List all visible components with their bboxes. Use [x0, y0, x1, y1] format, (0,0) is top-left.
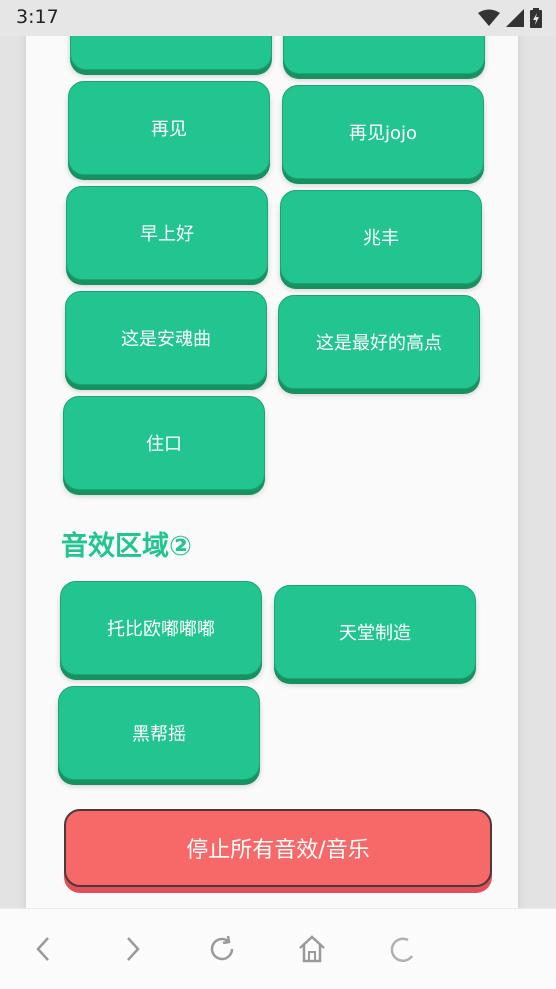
- battery-icon: [530, 8, 542, 28]
- back-icon: [36, 937, 49, 961]
- forward-icon: [127, 937, 140, 961]
- browser-nav-bar: [0, 908, 556, 989]
- sound-button[interactable]: [283, 36, 485, 74]
- sound-button-tobio[interactable]: 托比欧嘟嘟嘟: [60, 581, 262, 675]
- loading-icon: [390, 937, 414, 963]
- sound-button-zaijian-jojo[interactable]: 再见jojo: [282, 85, 484, 179]
- signal-icon: [506, 9, 524, 27]
- main-content[interactable]: 再见 再见jojo 早上好 兆丰 这是安魂曲 这是最好的高点 住口 音效区域② …: [26, 36, 518, 908]
- stop-all-button[interactable]: 停止所有音效/音乐: [64, 809, 492, 887]
- sound-button[interactable]: [70, 36, 272, 70]
- back-button[interactable]: [22, 927, 66, 971]
- status-bar: 3:17: [0, 0, 556, 36]
- section-title: 音效区域②: [61, 531, 192, 562]
- sound-button-gangster[interactable]: 黑帮摇: [58, 686, 260, 780]
- sound-button-zaijian[interactable]: 再见: [68, 81, 270, 175]
- status-icons: [478, 8, 542, 28]
- wifi-icon: [478, 9, 500, 26]
- reload-icon: [210, 935, 234, 961]
- home-icon: [299, 935, 325, 963]
- forward-button[interactable]: [110, 927, 154, 971]
- status-time: 3:17: [16, 6, 59, 28]
- sound-button-zhukou[interactable]: 住口: [63, 396, 265, 490]
- sound-button-heaven[interactable]: 天堂制造: [274, 585, 476, 679]
- reload-button[interactable]: [200, 927, 244, 971]
- sound-button-zaoshanghao[interactable]: 早上好: [66, 186, 268, 280]
- loading-indicator: [380, 927, 424, 971]
- home-button[interactable]: [290, 927, 334, 971]
- sound-button-best-high[interactable]: 这是最好的高点: [278, 295, 480, 389]
- sound-button-zhaofeng[interactable]: 兆丰: [280, 190, 482, 284]
- sound-button-requiem[interactable]: 这是安魂曲: [65, 291, 267, 385]
